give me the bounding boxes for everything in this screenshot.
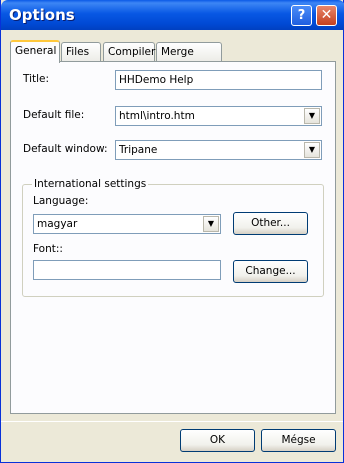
default-window-label: Default window: bbox=[23, 143, 108, 155]
title-bar: Options ? ✕ bbox=[1, 0, 344, 30]
footer-divider bbox=[1, 421, 343, 422]
tab-compiler[interactable]: Compiler bbox=[103, 42, 155, 62]
chevron-down-icon[interactable]: ▼ bbox=[304, 108, 320, 124]
chevron-down-icon[interactable]: ▼ bbox=[203, 216, 219, 232]
language-select[interactable]: magyar ▼ bbox=[33, 214, 221, 234]
tab-merge-files[interactable]: Merge Files bbox=[156, 42, 222, 76]
default-file-value: html\intro.htm bbox=[119, 110, 195, 122]
language-value: magyar bbox=[37, 218, 78, 230]
default-window-value: Tripane bbox=[119, 144, 158, 156]
group-legend: International settings bbox=[32, 178, 149, 190]
tab-general[interactable]: General bbox=[10, 40, 60, 63]
cancel-button[interactable]: Mégse bbox=[261, 429, 336, 452]
tab-label: General bbox=[15, 45, 57, 57]
other-button[interactable]: Other... bbox=[233, 212, 308, 235]
default-file-select[interactable]: html\intro.htm ▼ bbox=[115, 106, 322, 126]
default-file-label: Default file: bbox=[23, 109, 85, 121]
general-tab-panel: Title: HHDemo Help Default file: html\in… bbox=[10, 61, 336, 414]
help-button[interactable]: ? bbox=[291, 5, 312, 26]
tab-label: Files bbox=[66, 46, 90, 58]
tab-label: Compiler bbox=[108, 46, 156, 58]
font-input[interactable] bbox=[33, 260, 221, 280]
close-button[interactable]: ✕ bbox=[316, 5, 337, 26]
ok-button[interactable]: OK bbox=[180, 429, 255, 452]
options-dialog: Options ? ✕ General Files Compiler Merge… bbox=[0, 0, 344, 463]
font-label: Font:: bbox=[33, 243, 63, 255]
close-icon: ✕ bbox=[320, 7, 333, 23]
window-title: Options bbox=[9, 6, 75, 24]
title-input[interactable]: HHDemo Help bbox=[115, 70, 322, 90]
language-label: Language: bbox=[33, 195, 89, 207]
tab-files[interactable]: Files bbox=[61, 42, 101, 62]
default-window-select[interactable]: Tripane ▼ bbox=[115, 140, 322, 160]
question-icon: ? bbox=[297, 8, 306, 23]
change-button[interactable]: Change... bbox=[233, 260, 308, 283]
international-settings-group: International settings Language: magyar … bbox=[22, 178, 324, 297]
title-label: Title: bbox=[23, 73, 50, 85]
chevron-down-icon[interactable]: ▼ bbox=[304, 142, 320, 158]
